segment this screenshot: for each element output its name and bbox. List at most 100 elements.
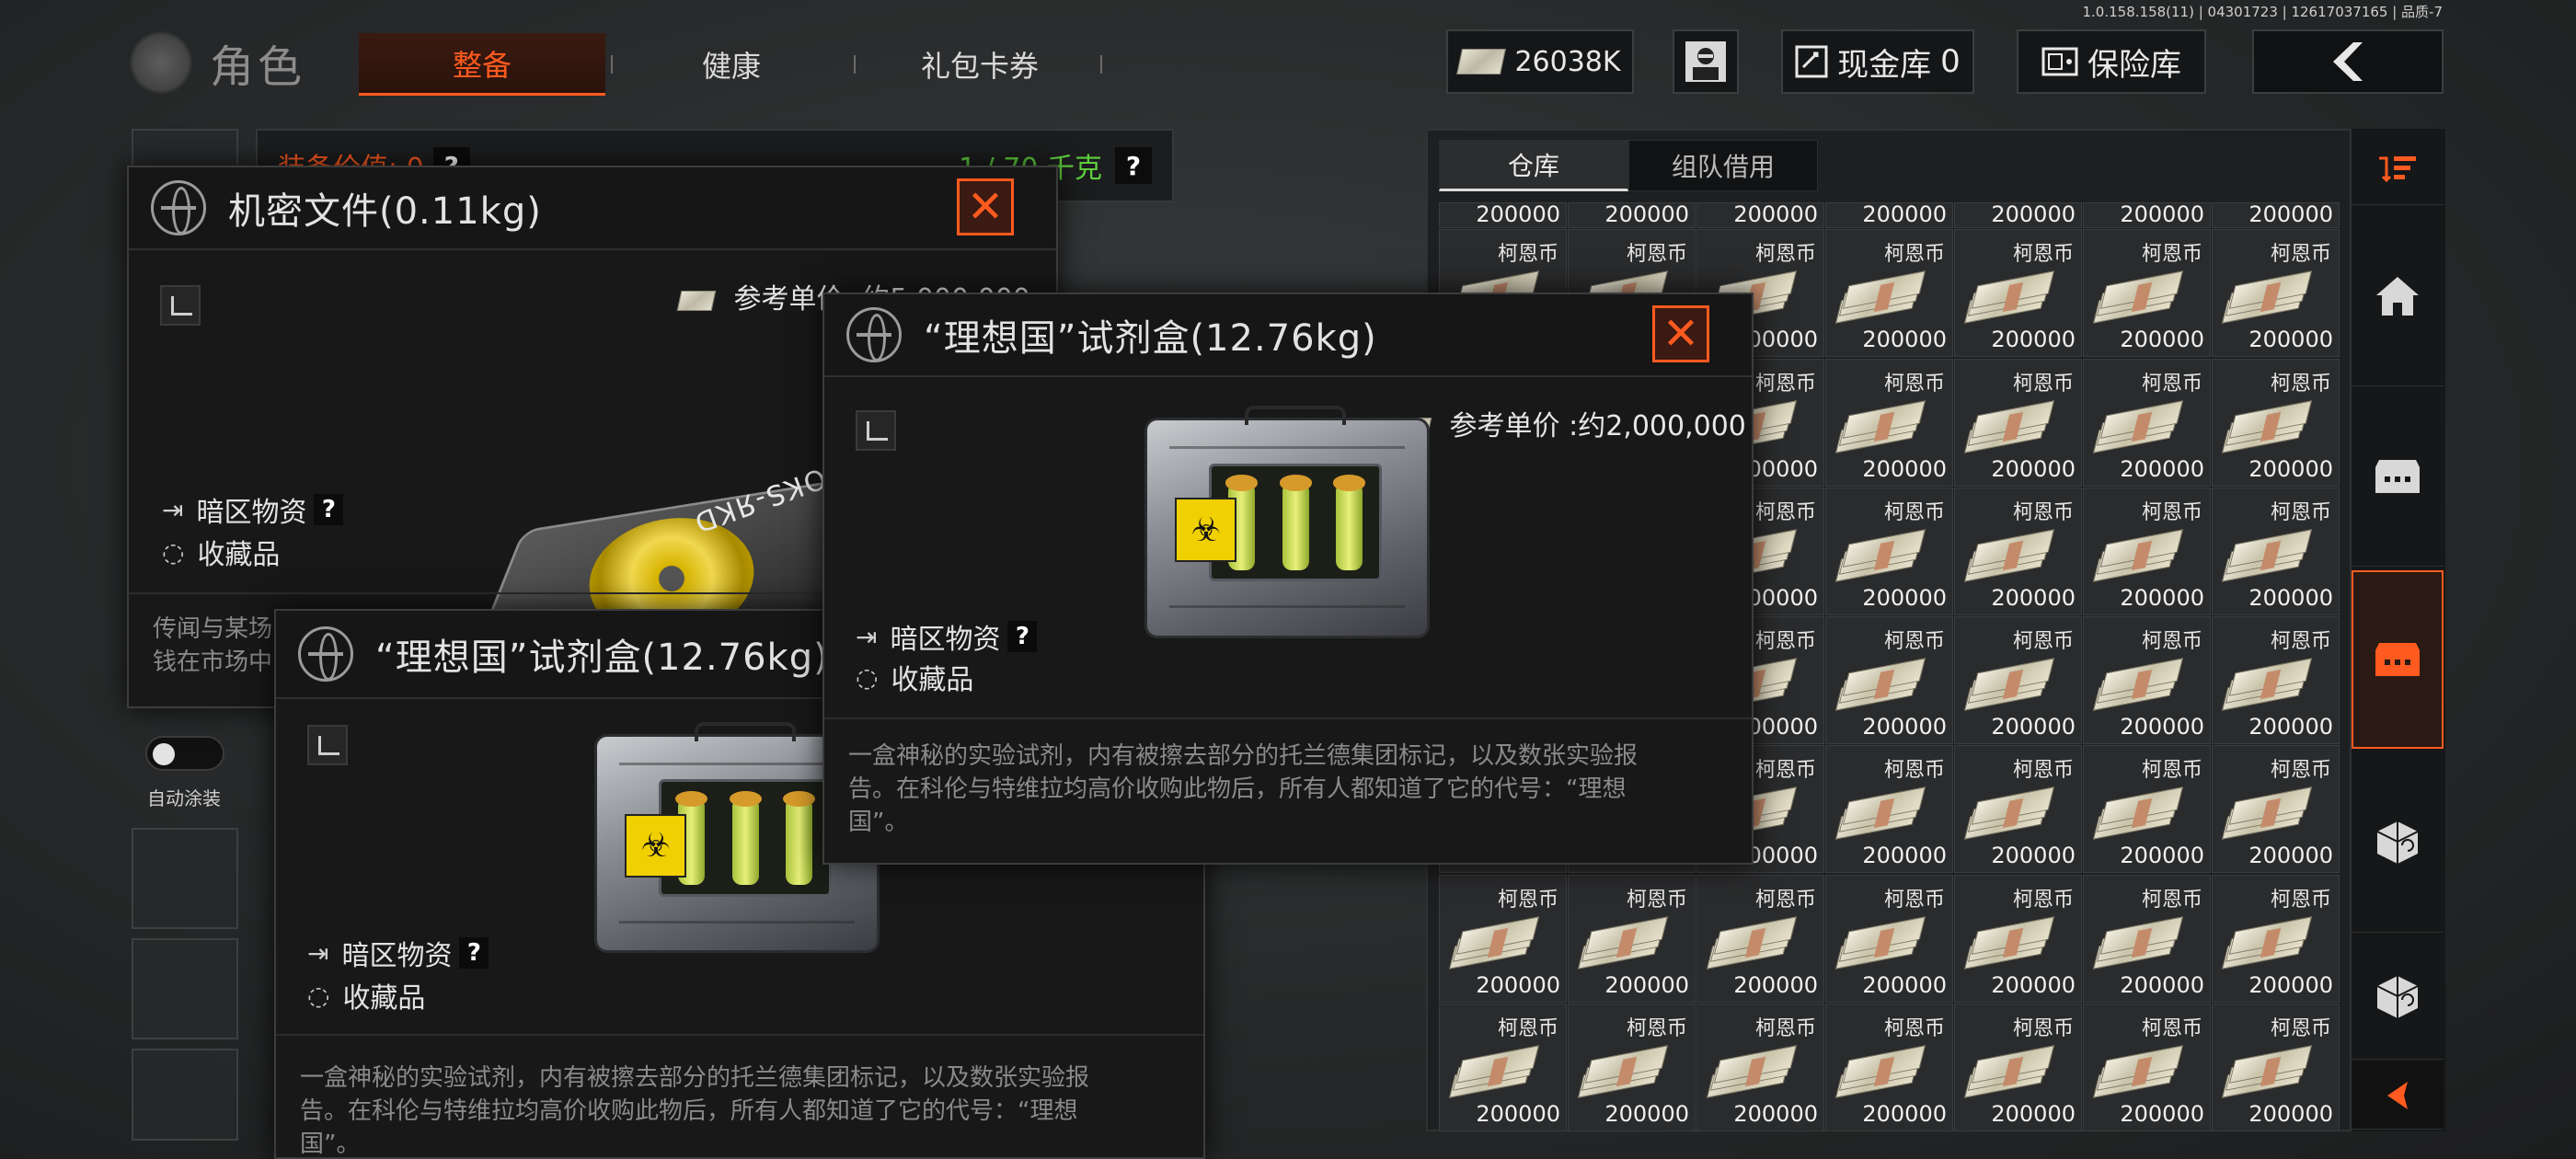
warehouse-cell[interactable]: 柯恩币 200000 — [1954, 229, 2082, 358]
cell-amount: 200000 — [1862, 714, 1947, 740]
ring-icon: ◌ — [162, 536, 185, 568]
warehouse-cell[interactable]: 柯恩币 200000 — [2083, 616, 2211, 744]
help-icon[interactable]: ? — [1007, 621, 1038, 652]
safe-vault-button[interactable]: 保险库 — [2017, 29, 2206, 94]
warehouse-cell[interactable]: 柯恩币 200000 — [1825, 745, 1953, 874]
warehouse-cell[interactable]: 柯恩币 200000 — [2212, 358, 2340, 487]
divider — [276, 1034, 1203, 1036]
cell-item-name: 柯恩币 — [2141, 372, 2202, 396]
warehouse-cell[interactable]: 柯恩币 200000 — [1568, 1003, 1696, 1131]
agent-button[interactable] — [1673, 29, 1739, 94]
warehouse-cell-partial[interactable]: 200000 — [1825, 202, 1953, 228]
cell-amount: 200000 — [1991, 584, 2076, 611]
money-stack-icon — [1577, 915, 1669, 970]
warehouse-cell[interactable]: 柯恩币 200000 — [1954, 616, 2082, 744]
back-button[interactable] — [2252, 29, 2444, 94]
cell-item-name: 柯恩币 — [2012, 888, 2074, 912]
warehouse-cell[interactable]: 柯恩币 200000 — [2083, 229, 2211, 358]
safe-label: 保险库 — [2087, 46, 2181, 84]
warehouse-cell[interactable]: 柯恩币 200000 — [1825, 229, 1953, 358]
money-stack-icon — [1706, 915, 1798, 970]
share-icon[interactable] — [160, 285, 201, 326]
warehouse-cell-partial[interactable]: 200000 — [1696, 202, 1824, 228]
warehouse-cell-partial[interactable]: 200000 — [2212, 202, 2340, 228]
sidebar-sort[interactable] — [2352, 133, 2444, 205]
cell-amount: 200000 — [2248, 714, 2333, 740]
cell-amount: 200000 — [2248, 455, 2333, 482]
warehouse-cell[interactable]: 柯恩币 200000 — [1825, 487, 1953, 615]
cash-vault-button[interactable]: 现金库 0 — [1781, 29, 1974, 94]
warehouse-cell[interactable]: 柯恩币 200000 — [1954, 1003, 2082, 1131]
equipment-slot[interactable] — [132, 828, 238, 929]
money-stack-icon — [2221, 399, 2313, 453]
tab-health[interactable]: 健康 — [626, 33, 837, 96]
sidebar-storage[interactable] — [2352, 386, 2444, 567]
warehouse-cell[interactable]: 柯恩币 200000 — [1954, 745, 2082, 874]
equipment-slot[interactable] — [132, 1049, 238, 1141]
warehouse-cell[interactable]: 柯恩币 200000 — [2212, 1003, 2340, 1131]
item-description: 一盒神秘的实验试剂，内有被擦去部分的托兰德集团标记，以及数张实验报 告。在科伦与… — [848, 740, 1731, 839]
safe-icon — [2041, 47, 2078, 76]
help-icon[interactable]: ? — [314, 494, 344, 525]
money-stack-icon — [2221, 1044, 2313, 1098]
warehouse-cell[interactable]: 柯恩币 200000 — [2212, 229, 2340, 358]
tab-warehouse[interactable]: 仓库 — [1439, 140, 1628, 191]
warehouse-cell[interactable]: 柯恩币 200000 — [2212, 745, 2340, 874]
warehouse-cell[interactable]: 柯恩币 200000 — [2212, 874, 2340, 1003]
tab-gift-vouchers[interactable]: 礼包卡券 — [856, 33, 1104, 96]
warehouse-cell[interactable]: 柯恩币 200000 — [1696, 874, 1824, 1003]
warehouse-cell-partial[interactable]: 200000 — [1954, 202, 2082, 228]
warehouse-cell[interactable]: 柯恩币 200000 — [1954, 487, 2082, 615]
tab-team-borrow[interactable]: 组队借用 — [1628, 140, 1818, 191]
warehouse-cell[interactable]: 柯恩币 200000 — [2212, 487, 2340, 615]
cell-amount: 200000 — [1991, 971, 2076, 998]
cell-item-name: 柯恩币 — [1883, 500, 1945, 524]
warehouse-cell[interactable]: 柯恩币 200000 — [1568, 874, 1696, 1003]
cell-item-name: 柯恩币 — [2012, 372, 2074, 396]
warehouse-cell[interactable]: 柯恩币 200000 — [2083, 358, 2211, 487]
warehouse-cell[interactable]: 柯恩币 200000 — [1439, 1003, 1567, 1131]
warehouse-cell-partial[interactable]: 200000 — [1568, 202, 1696, 228]
warehouse-cell[interactable]: 柯恩币 200000 — [1825, 874, 1953, 1003]
warehouse-cell[interactable]: 柯恩币 200000 — [2083, 487, 2211, 615]
warehouse-cell-partial[interactable]: 200000 — [2083, 202, 2211, 228]
back-arrow-icon — [2333, 42, 2363, 81]
sidebar-box-2[interactable] — [2352, 935, 2444, 1060]
warehouse-cell[interactable]: 柯恩币 200000 — [2083, 1003, 2211, 1131]
cell-item-name: 柯恩币 — [1497, 1016, 1558, 1040]
warehouse-cell[interactable]: 柯恩币 200000 — [1825, 358, 1953, 487]
share-icon[interactable] — [856, 410, 896, 451]
warehouse-cell[interactable]: 柯恩币 200000 — [2083, 874, 2211, 1003]
warehouse-cell[interactable]: 柯恩币 200000 — [1954, 874, 2082, 1003]
warehouse-cell[interactable]: 柯恩币 200000 — [1954, 358, 2082, 487]
globe-icon — [846, 307, 902, 362]
sidebar-box-1[interactable] — [2352, 752, 2444, 933]
cell-item-name: 柯恩币 — [1883, 1016, 1945, 1040]
help-icon[interactable]: ? — [459, 937, 489, 969]
popup-title: 机密文件(0.11kg) — [228, 190, 542, 233]
sidebar-collapse-button[interactable] — [2352, 1061, 2444, 1130]
cell-item-name: 柯恩币 — [2270, 759, 2331, 783]
tab-equip[interactable]: 整备 — [359, 33, 605, 96]
warehouse-cell[interactable]: 柯恩币 200000 — [2083, 745, 2211, 874]
cell-item-name: 柯恩币 — [2141, 630, 2202, 653]
cell-amount: 200000 — [1991, 327, 2076, 353]
warehouse-cell[interactable]: 柯恩币 200000 — [1825, 1003, 1953, 1131]
cell-amount: 200000 — [1862, 584, 1947, 611]
auto-paint-toggle[interactable] — [145, 736, 224, 771]
reference-price: 参考单价 :约2,000,000 — [1392, 403, 1746, 443]
share-icon[interactable] — [307, 725, 348, 765]
close-button[interactable]: ✕ — [957, 178, 1014, 235]
warehouse-cell[interactable]: 柯恩币 200000 — [1696, 1003, 1824, 1131]
sidebar-home[interactable] — [2352, 207, 2444, 386]
warehouse-cell[interactable]: 柯恩币 200000 — [1825, 616, 1953, 744]
warehouse-cell[interactable]: 柯恩币 200000 — [1439, 874, 1567, 1003]
cell-amount: 200000 — [1991, 202, 2076, 227]
close-button[interactable]: ✕ — [1652, 305, 1709, 362]
equipment-slot[interactable] — [132, 938, 238, 1039]
warehouse-cell-partial[interactable]: 200000 — [1439, 202, 1567, 228]
sidebar-warehouse[interactable] — [2352, 570, 2444, 749]
money-stack-icon — [2221, 528, 2313, 582]
warehouse-cell[interactable]: 柯恩币 200000 — [2212, 616, 2340, 744]
help-icon[interactable]: ? — [1115, 147, 1152, 184]
